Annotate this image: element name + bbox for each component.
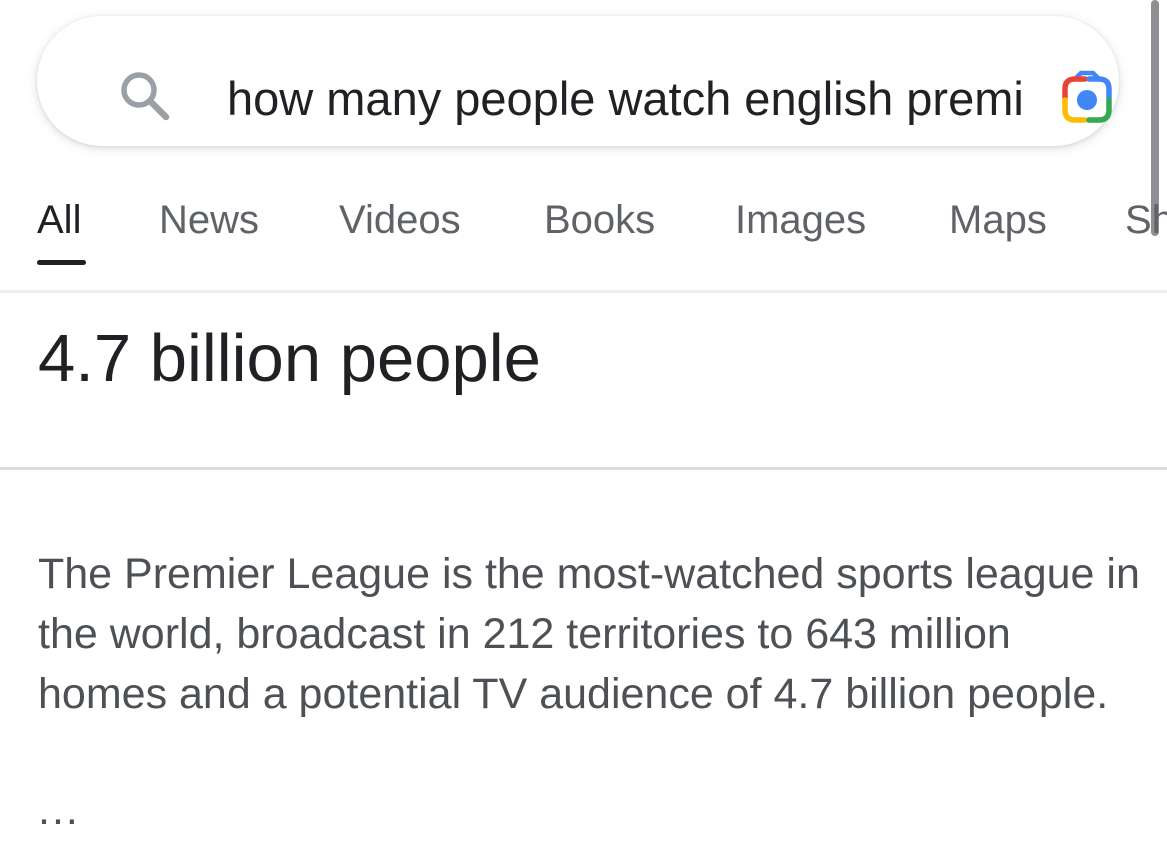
tabs-divider xyxy=(0,290,1167,293)
tab-images[interactable]: Images xyxy=(735,198,866,243)
featured-snippet-text: The Premier League is the most-watched s… xyxy=(38,550,1140,718)
snippet-more-ellipsis[interactable]: ... xyxy=(38,789,80,832)
tab-maps[interactable]: Maps xyxy=(949,198,1047,243)
tab-videos[interactable]: Videos xyxy=(339,198,461,243)
search-results-page: All News Videos Books Images Maps Sh 4.7… xyxy=(0,0,1167,851)
tab-books[interactable]: Books xyxy=(544,198,655,243)
search-icon[interactable] xyxy=(115,66,175,126)
tab-news[interactable]: News xyxy=(159,198,259,243)
google-lens-camera-icon[interactable] xyxy=(1055,70,1119,126)
answer-divider xyxy=(0,467,1167,470)
featured-answer-headline: 4.7 billion people xyxy=(38,321,541,396)
search-input[interactable] xyxy=(227,62,1023,134)
active-tab-indicator xyxy=(37,260,86,265)
search-tabs: All News Videos Books Images Maps Sh xyxy=(0,190,1167,290)
tab-all[interactable]: All xyxy=(37,198,81,243)
search-bar[interactable] xyxy=(37,16,1119,146)
tab-shopping[interactable]: Sh xyxy=(1125,198,1167,243)
